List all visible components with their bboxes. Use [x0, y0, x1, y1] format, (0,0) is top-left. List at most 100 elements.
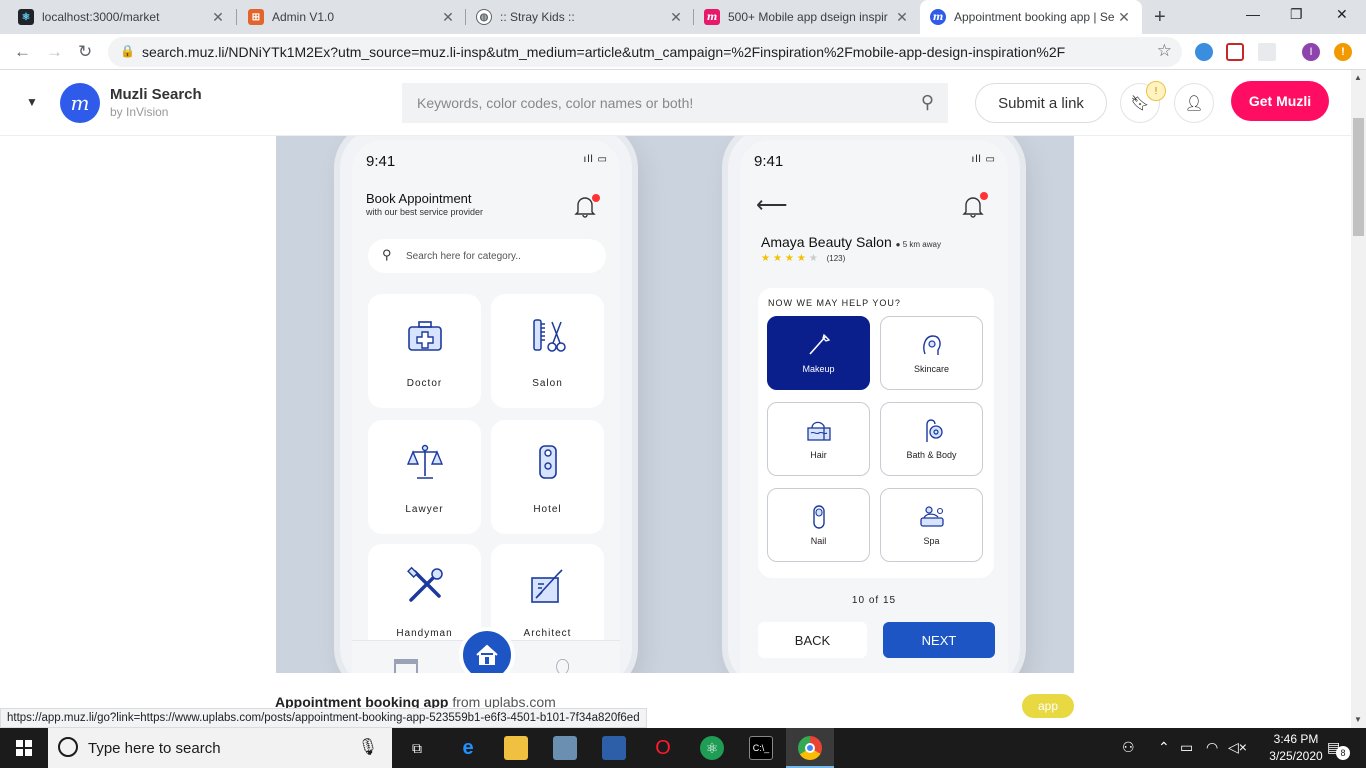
- service-label: Hair: [810, 450, 827, 460]
- nail-icon: [812, 505, 825, 529]
- restore-button[interactable]: ❐: [1290, 6, 1303, 23]
- taskbar-search-input[interactable]: Type here to search 🎙︎: [48, 728, 392, 768]
- submit-link-button[interactable]: Submit a link: [975, 83, 1107, 123]
- status-time: 9:41: [754, 153, 784, 170]
- tab-title: :: Stray Kids ::: [500, 10, 575, 24]
- service-label: Makeup: [802, 364, 835, 374]
- lock-icon: 🔒: [120, 44, 135, 58]
- windows-taskbar: Type here to search 🎙︎ ⧉ e O ⚛ C:\_ ⚇ ⌃ …: [0, 728, 1366, 768]
- reload-icon[interactable]: ↻: [78, 42, 92, 62]
- tab-stray-kids[interactable]: ◍ :: Stray Kids :: ✕: [466, 0, 694, 34]
- tab-title: localhost:3000/market: [42, 10, 160, 24]
- service-label: Bath & Body: [906, 450, 957, 460]
- service-spa: Spa: [880, 488, 983, 562]
- scroll-down-icon[interactable]: ▼: [1354, 715, 1362, 724]
- browser-tab-strip: ⚛ localhost:3000/market ✕ ⊞ Admin V1.0 ✕…: [0, 0, 1366, 34]
- tab-title: 500+ Mobile app dseign inspir: [728, 10, 888, 24]
- update-alert-icon[interactable]: !: [1334, 43, 1352, 61]
- muzli-logo[interactable]: m: [60, 83, 100, 123]
- vertical-scrollbar[interactable]: ▲ ▼: [1351, 70, 1366, 728]
- distance-text: 5 km away: [902, 240, 941, 249]
- terminal-icon[interactable]: C:\_: [749, 736, 773, 760]
- service-makeup: Makeup: [767, 316, 870, 390]
- phone-screen: 9:41 ıll ▭ Book Appointment with our bes…: [352, 140, 620, 673]
- notification-count-badge: 8: [1336, 746, 1350, 760]
- search-input[interactable]: Keywords, color codes, color names or bo…: [402, 83, 948, 123]
- close-icon[interactable]: ✕: [894, 9, 910, 26]
- edge-icon[interactable]: e: [456, 736, 480, 760]
- profile-icon: 👤︎: [550, 659, 576, 673]
- atom-icon[interactable]: ⚛: [700, 736, 724, 760]
- extension-icon[interactable]: [1258, 43, 1276, 61]
- tab-mobile-inspiration[interactable]: m 500+ Mobile app dseign inspir ✕: [694, 0, 920, 34]
- tab-appointment-booking[interactable]: m Appointment booking app | Se ✕: [920, 0, 1142, 34]
- image-app-icon[interactable]: [553, 736, 577, 760]
- people-icon[interactable]: ⚇: [1122, 739, 1135, 756]
- pager-text: 10 of 15: [851, 595, 897, 606]
- service-bath-body: Bath & Body: [880, 402, 983, 476]
- notification-badge: !: [1146, 81, 1166, 101]
- signal-battery-icon: ıll ▭: [583, 154, 608, 165]
- scrollbar-thumb[interactable]: [1353, 118, 1364, 236]
- back-arrow-icon[interactable]: ←: [14, 42, 31, 62]
- bookmark-star-icon[interactable]: ☆: [1157, 41, 1172, 61]
- tab-localhost[interactable]: ⚛ localhost:3000/market ✕: [8, 0, 236, 34]
- status-bar-url: https://app.muz.li/go?link=https://www.u…: [0, 708, 647, 728]
- tray-chevron-icon[interactable]: ⌃: [1158, 739, 1170, 756]
- opera-icon[interactable]: O: [651, 736, 675, 760]
- clock-date: 3/25/2020: [1269, 749, 1323, 763]
- screen-title: Book Appointment: [366, 191, 472, 206]
- back-arrow-icon: ⟵: [756, 192, 788, 217]
- system-clock[interactable]: 3:46 PM 3/25/2020: [1256, 731, 1336, 765]
- category-label: Doctor: [406, 378, 443, 389]
- forward-arrow-icon[interactable]: →: [46, 42, 63, 62]
- close-icon[interactable]: ✕: [1116, 9, 1132, 26]
- battery-icon[interactable]: ▭: [1180, 739, 1193, 756]
- new-tab-button[interactable]: +: [1154, 6, 1166, 29]
- door-hanger-icon: [538, 445, 557, 479]
- service-label: Nail: [810, 536, 827, 546]
- user-icon[interactable]: 👤︎: [1174, 83, 1214, 123]
- close-icon[interactable]: ✕: [210, 9, 226, 26]
- search-icon[interactable]: ⚲: [921, 92, 934, 113]
- services-card: NOW WE MAY HELP YOU? Makeup Skincare Hai…: [758, 288, 994, 578]
- close-icon[interactable]: ✕: [668, 9, 684, 26]
- chrome-icon[interactable]: [798, 736, 822, 760]
- close-window-button[interactable]: ✕: [1336, 6, 1348, 23]
- globe-icon: ◍: [476, 9, 492, 25]
- showcase-image[interactable]: 9:41 ıll ▭ Book Appointment with our bes…: [276, 136, 1074, 673]
- profile-avatar[interactable]: I: [1302, 43, 1320, 61]
- menu-caret-icon[interactable]: ▼: [26, 95, 38, 109]
- comb-scissors-icon: [532, 319, 566, 352]
- category-label: Handyman: [396, 628, 453, 639]
- network-app-icon[interactable]: [602, 736, 626, 760]
- address-bar[interactable]: 🔒 search.muz.li/NDNiYTk1M2Ex?utm_source=…: [108, 37, 1182, 67]
- close-icon[interactable]: ✕: [440, 9, 456, 26]
- file-explorer-icon[interactable]: [504, 736, 528, 760]
- salon-name: Amaya Beauty Salon ● 5 km away: [761, 234, 941, 250]
- wifi-icon[interactable]: ◠: [1206, 739, 1218, 756]
- category-search-input: ⚲ Search here for category..: [368, 239, 606, 273]
- extension-shield-icon[interactable]: [1226, 43, 1244, 61]
- hair-icon: [806, 421, 831, 441]
- clock-time: 3:46 PM: [1273, 732, 1319, 746]
- scroll-up-icon[interactable]: ▲: [1354, 73, 1362, 82]
- search-icon: ⚲: [382, 247, 392, 262]
- minimize-button[interactable]: —: [1246, 6, 1260, 22]
- extension-globe-icon[interactable]: [1195, 43, 1213, 61]
- volume-icon[interactable]: ◁×: [1228, 739, 1247, 756]
- get-muzli-button[interactable]: Get Muzli: [1231, 81, 1329, 121]
- scales-icon: [406, 444, 443, 479]
- makeup-brush-icon: [808, 333, 830, 355]
- rating-stars: ★★★★★ (123): [761, 253, 846, 264]
- tab-title: Appointment booking app | Se: [954, 10, 1115, 24]
- tab-admin[interactable]: ⊞ Admin V1.0 ✕: [238, 0, 466, 34]
- tag-app[interactable]: app: [1022, 694, 1074, 718]
- muzli-icon: m: [704, 9, 720, 25]
- microphone-icon[interactable]: 🎙︎: [358, 737, 378, 757]
- search-placeholder: Search here for category..: [406, 250, 521, 262]
- task-view-icon[interactable]: ⧉: [405, 736, 429, 760]
- service-label: Spa: [923, 536, 940, 546]
- category-card-doctor: Doctor: [368, 294, 481, 408]
- windows-start-icon[interactable]: [16, 740, 32, 756]
